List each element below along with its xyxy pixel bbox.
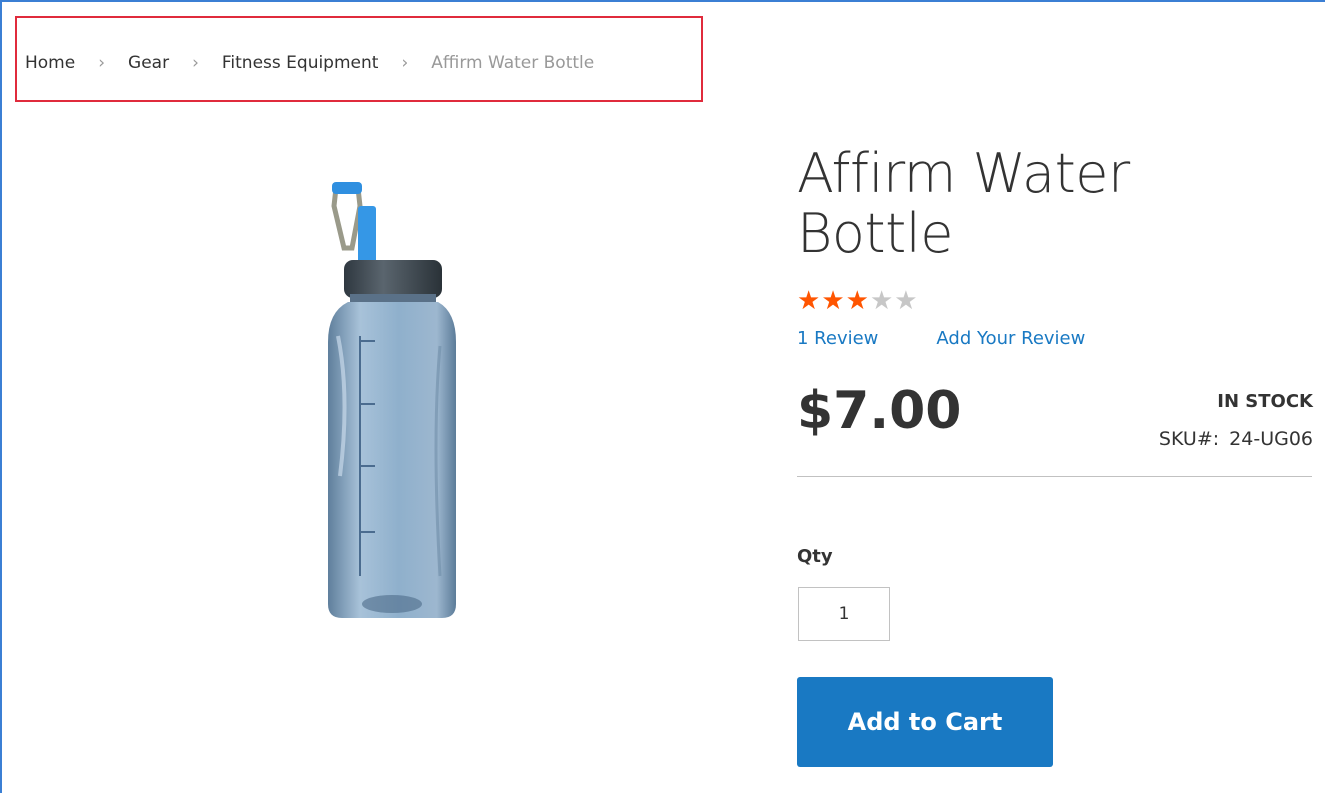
page-frame [0, 0, 1325, 793]
sku-value: 24-UG06 [1229, 428, 1313, 450]
review-links: 1 Review Add Your Review [797, 328, 1085, 349]
star-filled-icon: ★ [845, 286, 869, 316]
water-bottle-illustration [328, 182, 456, 618]
review-count-link[interactable]: 1 Review [797, 328, 878, 349]
breadcrumb-current-item: Affirm Water Bottle [431, 53, 595, 73]
water-bottle-image[interactable] [300, 176, 500, 626]
stock-status: IN STOCK [1217, 391, 1313, 412]
rating-stars: ★ ★ ★ ★ ★ [797, 286, 918, 316]
product-title: Affirm Water Bottle [797, 142, 1130, 266]
breadcrumb-fitness-equipment-link[interactable]: Fitness Equipment [222, 53, 379, 73]
breadcrumb-home-link[interactable]: Home [25, 53, 75, 73]
product-price: $7.00 [797, 381, 962, 441]
product-sku: SKU#: 24-UG06 [1159, 428, 1313, 450]
breadcrumb-separator-icon: › [192, 53, 199, 73]
qty-input[interactable] [798, 587, 890, 641]
add-to-cart-button[interactable]: Add to Cart [797, 677, 1053, 767]
sku-label: SKU#: [1158, 428, 1220, 450]
add-review-link[interactable]: Add Your Review [936, 328, 1085, 349]
price-divider [797, 476, 1312, 477]
breadcrumb-gear-link[interactable]: Gear [128, 53, 169, 73]
qty-label: Qty [797, 546, 833, 567]
star-empty-icon: ★ [894, 286, 918, 316]
breadcrumb-separator-icon: › [98, 53, 106, 73]
breadcrumb: Home › Gear › Fitness Equipment › Affirm… [25, 50, 594, 76]
star-filled-icon: ★ [821, 286, 845, 316]
star-empty-icon: ★ [869, 286, 894, 316]
breadcrumb-separator-icon: › [401, 53, 409, 73]
star-filled-icon: ★ [797, 286, 821, 316]
